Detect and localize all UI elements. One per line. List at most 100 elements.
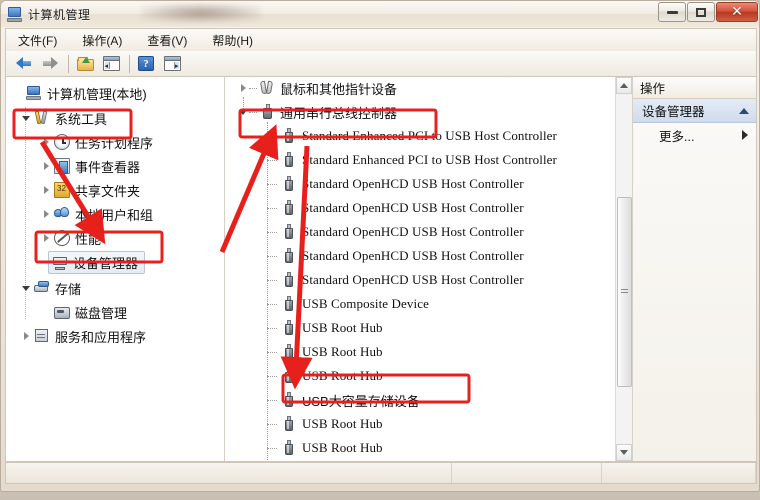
device-item[interactable]: Standard Enhanced PCI to USB Host Contro… xyxy=(267,125,557,147)
help-icon: ? xyxy=(138,56,154,71)
device-manager-icon xyxy=(52,255,68,271)
tree-connector xyxy=(249,112,257,113)
device-item[interactable]: Standard OpenHCD USB Host Controller xyxy=(267,221,524,243)
sidebar-item-services-applications[interactable]: 服务和应用程序 xyxy=(20,325,146,347)
menu-item-view[interactable]: 查看(V) xyxy=(143,30,198,51)
device-item[interactable]: Standard OpenHCD USB Host Controller xyxy=(267,245,524,267)
device-item[interactable]: USB Root Hub xyxy=(267,365,383,387)
tree-root-computer-management[interactable]: 计算机管理(本地) xyxy=(12,82,147,104)
tree-connector xyxy=(267,232,277,233)
title-bar: 计算机管理 ✕ xyxy=(1,1,759,27)
usb-device-icon xyxy=(281,176,297,192)
device-item-usb-mass-storage[interactable]: USB大容量存储设备 xyxy=(267,389,420,411)
scroll-down-button[interactable] xyxy=(616,444,632,461)
chevron-up-icon xyxy=(620,83,628,88)
console-tree-pane[interactable]: 计算机管理(本地) 系统工具 任务计划程序 事件查看器 共 xyxy=(6,77,225,461)
expander-closed-icon[interactable] xyxy=(20,330,32,342)
storage-icon xyxy=(34,280,50,296)
menu-item-help[interactable]: 帮助(H) xyxy=(208,30,264,51)
device-item[interactable]: Standard Enhanced PCI to USB Host Contro… xyxy=(267,149,557,171)
device-label: USB Root Hub xyxy=(302,368,383,383)
expander-closed-icon[interactable] xyxy=(40,184,52,196)
usb-device-icon xyxy=(281,200,297,216)
device-category-usb-controllers[interactable]: 通用串行总线控制器 xyxy=(237,101,397,123)
sidebar-item-shared-folders[interactable]: 共享文件夹 xyxy=(40,179,140,201)
actions-pane: 操作 设备管理器 更多... xyxy=(633,77,756,461)
device-item[interactable]: Standard OpenHCD USB Host Controller xyxy=(267,173,524,195)
up-folder-button[interactable] xyxy=(73,53,97,75)
device-label: 通用串行总线控制器 xyxy=(280,105,398,121)
usb-device-icon xyxy=(281,248,297,264)
device-label: Standard OpenHCD USB Host Controller xyxy=(302,272,524,287)
menu-item-action[interactable]: 操作(A) xyxy=(78,30,133,51)
expander-closed-icon[interactable] xyxy=(40,208,52,220)
scroll-up-button[interactable] xyxy=(616,77,632,94)
local-users-groups-icon xyxy=(54,206,70,222)
device-category-mouse[interactable]: 鼠标和其他指针设备 xyxy=(237,77,397,99)
device-label: USB大容量存储设备 xyxy=(302,393,420,409)
sidebar-item-performance[interactable]: 性能 xyxy=(40,227,101,249)
tree-root-label: 计算机管理(本地) xyxy=(47,86,147,102)
expander-open-icon[interactable] xyxy=(237,106,249,118)
toolbar-separator-2 xyxy=(129,54,130,73)
sidebar-item-label: 服务和应用程序 xyxy=(55,329,147,345)
device-item[interactable]: USB Composite Device xyxy=(267,293,429,315)
minimize-button[interactable] xyxy=(658,2,686,22)
usb-device-icon xyxy=(281,152,297,168)
computer-management-window: 计算机管理 ✕ 文件(F) 操作(A) 查看(V) 帮助(H) ◂ ? ▸ 计算… xyxy=(0,0,760,492)
sidebar-item-disk-management[interactable]: 磁盘管理 xyxy=(54,301,127,323)
expander-closed-icon[interactable] xyxy=(237,82,249,94)
device-item[interactable]: Standard OpenHCD USB Host Controller xyxy=(267,197,524,219)
sidebar-item-system-tools[interactable]: 系统工具 xyxy=(20,107,107,129)
device-item[interactable]: USB Root Hub xyxy=(267,437,383,459)
expander-open-icon[interactable] xyxy=(20,282,32,294)
help-button[interactable]: ? xyxy=(134,53,158,75)
device-item[interactable]: USB Root Hub xyxy=(267,413,383,435)
device-manager-pane[interactable]: 鼠标和其他指针设备 通用串行总线控制器 Standard Enhanced PC… xyxy=(225,77,633,461)
sidebar-item-label: 事件查看器 xyxy=(75,159,141,175)
sidebar-item-storage[interactable]: 存储 xyxy=(20,277,81,299)
tree-connector xyxy=(267,448,277,449)
back-button[interactable] xyxy=(12,53,36,75)
sidebar-item-local-users-groups[interactable]: 本地用户和组 xyxy=(40,203,153,225)
device-label: Standard OpenHCD USB Host Controller xyxy=(302,248,524,263)
close-icon: ✕ xyxy=(731,4,743,20)
actions-item-more[interactable]: 更多... xyxy=(633,123,756,147)
usb-device-icon xyxy=(281,320,297,336)
expander-closed-icon[interactable] xyxy=(40,160,52,172)
image-smudge xyxy=(141,3,261,23)
vertical-scrollbar[interactable] xyxy=(615,77,632,461)
forward-arrow-icon xyxy=(42,57,58,70)
device-item[interactable]: USB Root Hub xyxy=(267,341,383,363)
task-scheduler-icon xyxy=(54,134,70,150)
tree-connector xyxy=(267,328,277,329)
menu-item-file[interactable]: 文件(F) xyxy=(14,30,68,51)
close-button[interactable]: ✕ xyxy=(716,2,758,22)
maximize-button[interactable] xyxy=(687,2,715,22)
sidebar-item-event-viewer[interactable]: 事件查看器 xyxy=(40,155,140,177)
expander-open-icon[interactable] xyxy=(20,112,32,124)
sidebar-item-device-manager[interactable]: 设备管理器 xyxy=(48,251,146,274)
forward-button[interactable] xyxy=(38,53,62,75)
window-controls: ✕ xyxy=(657,2,758,22)
scrollbar-grip-icon xyxy=(621,289,628,295)
tree-connector xyxy=(267,400,277,401)
chevron-up-icon[interactable] xyxy=(739,107,749,114)
actions-section-device-manager[interactable]: 设备管理器 xyxy=(633,99,756,123)
expander-closed-icon[interactable] xyxy=(40,232,52,244)
scrollbar-thumb[interactable] xyxy=(617,197,632,387)
usb-category-icon xyxy=(259,104,275,120)
device-item[interactable]: Standard OpenHCD USB Host Controller xyxy=(267,269,524,291)
usb-device-icon xyxy=(281,128,297,144)
usb-device-icon xyxy=(281,368,297,384)
show-action-pane-button[interactable]: ▸ xyxy=(160,53,184,75)
device-item[interactable]: USB Root Hub xyxy=(267,317,383,339)
show-hide-tree-button[interactable]: ◂ xyxy=(99,53,123,75)
sidebar-item-task-scheduler[interactable]: 任务计划程序 xyxy=(40,131,153,153)
device-label: Standard OpenHCD USB Host Controller xyxy=(302,200,524,215)
tree-connector xyxy=(267,136,277,137)
chevron-right-icon[interactable] xyxy=(742,130,748,140)
tree-connector xyxy=(267,280,277,281)
expander-closed-icon[interactable] xyxy=(40,136,52,148)
device-label: USB Root Hub xyxy=(302,344,383,359)
